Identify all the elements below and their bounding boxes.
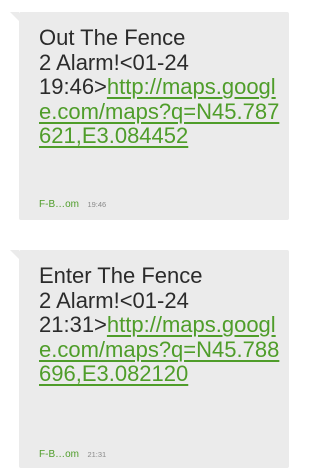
bubble-tail [10,12,19,21]
message-meta: F-B…om 21:31 [39,444,106,462]
message-meta: F-B…om 19:46 [39,194,106,212]
message-timestamp: 19:46 [87,200,107,209]
message-thread: Out The Fence 2 Alarm!<01-24 19:46>http:… [0,0,299,474]
sender-name: F-B…om [39,449,79,460]
bubble-tail [10,250,19,259]
message-bubble[interactable]: Out The Fence 2 Alarm!<01-24 19:46>http:… [10,12,289,220]
message-timestamp: 21:31 [87,450,107,459]
message-body: Out The Fence 2 Alarm!<01-24 19:46>http:… [39,25,289,149]
message-bubble[interactable]: Enter The Fence 2 Alarm!<01-24 21:31>htt… [10,250,289,468]
message-body: Enter The Fence 2 Alarm!<01-24 21:31>htt… [39,263,289,387]
sender-name: F-B…om [39,199,79,210]
